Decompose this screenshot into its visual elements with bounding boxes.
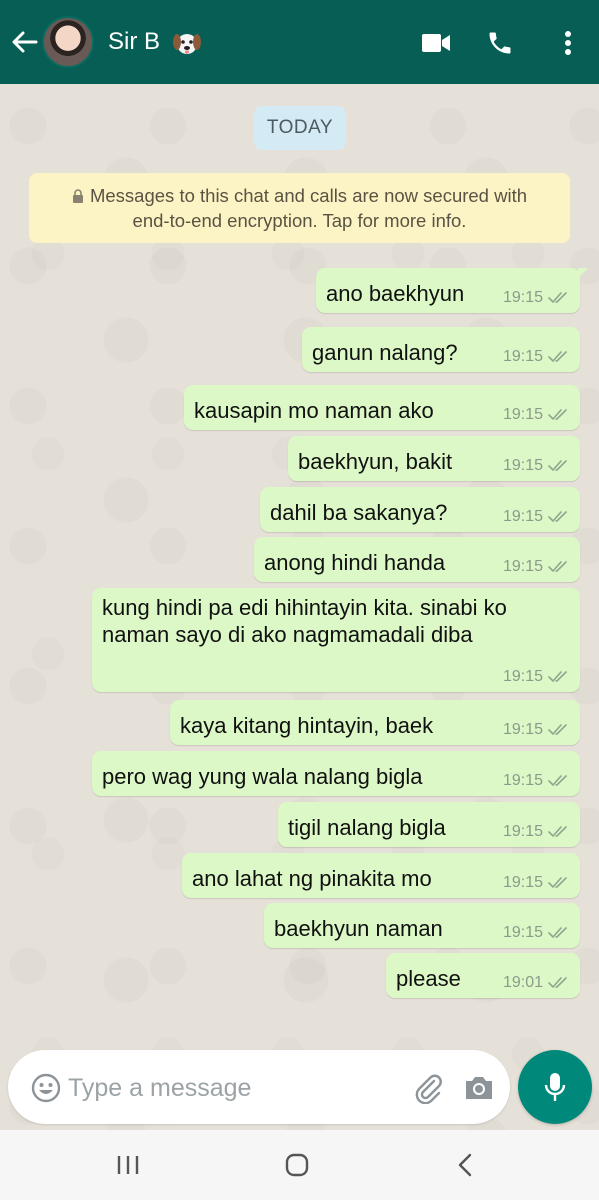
message-bubble[interactable]: kausapin mo naman ako 19:15 — [184, 385, 580, 430]
message-bubble[interactable]: dahil ba sakanya? 19:15 — [260, 487, 580, 532]
message-input[interactable] — [68, 1070, 398, 1106]
video-camera-icon — [422, 34, 450, 52]
microphone-button[interactable] — [518, 1050, 592, 1124]
double-check-icon — [548, 292, 567, 304]
message-text: ano baekhyun — [326, 281, 465, 306]
message-text: baekhyun naman — [274, 916, 443, 941]
double-check-icon — [548, 460, 567, 472]
message-time: 19:15 — [502, 558, 543, 575]
more-vertical-icon — [565, 31, 571, 55]
double-check-icon — [548, 977, 567, 989]
message-text: please — [396, 966, 461, 991]
microphone-icon — [544, 1073, 566, 1101]
message-text: kaya kitang hintayin, baek — [180, 713, 434, 738]
message-text: kausapin mo naman ako — [194, 398, 434, 423]
chat-header: Sir B — [0, 0, 599, 84]
emoji-icon[interactable] — [30, 1072, 62, 1104]
double-check-icon — [548, 511, 567, 523]
message-time: 19:15 — [502, 721, 543, 738]
message-text: kung hindi pa edi hihintayin kita. sinab… — [102, 595, 507, 647]
message-time: 19:15 — [502, 457, 543, 474]
message-text: dahil ba sakanya? — [270, 500, 448, 525]
message-bubble[interactable]: kung hindi pa edi hihintayin kita. sinab… — [92, 588, 580, 692]
contact-name[interactable]: Sir B — [108, 28, 160, 56]
back-button[interactable] — [8, 26, 40, 58]
encryption-notice-line2: end-to-end encryption. Tap for more info… — [132, 210, 467, 231]
recent-apps-icon[interactable] — [114, 1152, 142, 1178]
message-bubble[interactable]: ano baekhyun 19:15 — [316, 268, 588, 313]
message-text: baekhyun, bakit — [298, 449, 453, 474]
message-time: 19:15 — [502, 668, 543, 685]
arrow-left-icon — [12, 31, 38, 53]
message-text: pero wag yung wala nalang bigla — [102, 764, 423, 789]
chevron-left-icon[interactable] — [452, 1152, 480, 1178]
message-bubble[interactable]: kaya kitang hintayin, baek 19:15 — [170, 700, 580, 745]
message-bubble[interactable]: baekhyun naman 19:15 — [264, 903, 580, 948]
message-bubble[interactable]: baekhyun, bakit 19:15 — [288, 436, 580, 481]
message-bubble[interactable]: tigil nalang bigla 19:15 — [278, 802, 580, 847]
message-time: 19:15 — [502, 772, 543, 789]
message-text: ano lahat ng pinakita mo — [192, 866, 432, 891]
message-time: 19:15 — [502, 406, 543, 423]
message-text: anong hindi handa — [264, 550, 446, 575]
message-time: 19:15 — [502, 924, 543, 941]
date-chip: TODAY — [254, 106, 346, 150]
double-check-icon — [548, 351, 567, 363]
encryption-notice-line1: Messages to this chat and calls are now … — [89, 185, 528, 206]
encryption-notice[interactable]: Messages to this chat and calls are now … — [29, 173, 570, 243]
message-bubble[interactable]: ano lahat ng pinakita mo 19:15 — [182, 853, 580, 898]
overflow-menu-button[interactable] — [552, 28, 584, 58]
home-icon[interactable] — [283, 1152, 311, 1178]
message-composer — [8, 1050, 510, 1124]
double-check-icon — [548, 877, 567, 889]
message-time: 19:15 — [502, 823, 543, 840]
double-check-icon — [548, 724, 567, 736]
dog-face-emoji-icon — [173, 34, 201, 54]
system-navigation-bar — [0, 1130, 599, 1200]
double-check-icon — [548, 826, 567, 838]
paperclip-icon[interactable] — [412, 1072, 444, 1104]
message-time: 19:15 — [502, 348, 543, 365]
double-check-icon — [548, 671, 567, 683]
message-time: 19:15 — [502, 289, 543, 306]
message-time: 19:15 — [502, 874, 543, 891]
contact-avatar[interactable] — [42, 16, 94, 68]
video-call-button[interactable] — [420, 28, 452, 58]
camera-icon[interactable] — [463, 1072, 495, 1104]
double-check-icon — [548, 775, 567, 787]
message-text: tigil nalang bigla — [288, 815, 446, 840]
message-bubble[interactable]: ganun nalang? 19:15 — [302, 327, 580, 372]
message-text: ganun nalang? — [312, 340, 458, 365]
voice-call-button[interactable] — [484, 28, 516, 58]
message-bubble[interactable]: anong hindi handa 19:15 — [254, 537, 580, 582]
message-bubble[interactable]: pero wag yung wala nalang bigla 19:15 — [92, 751, 580, 796]
phone-icon — [489, 32, 511, 54]
message-bubble[interactable]: please 19:01 — [386, 953, 580, 998]
lock-icon — [72, 189, 83, 203]
message-time: 19:01 — [502, 974, 543, 991]
double-check-icon — [548, 561, 567, 573]
message-time: 19:15 — [502, 508, 543, 525]
double-check-icon — [548, 409, 567, 421]
double-check-icon — [548, 927, 567, 939]
